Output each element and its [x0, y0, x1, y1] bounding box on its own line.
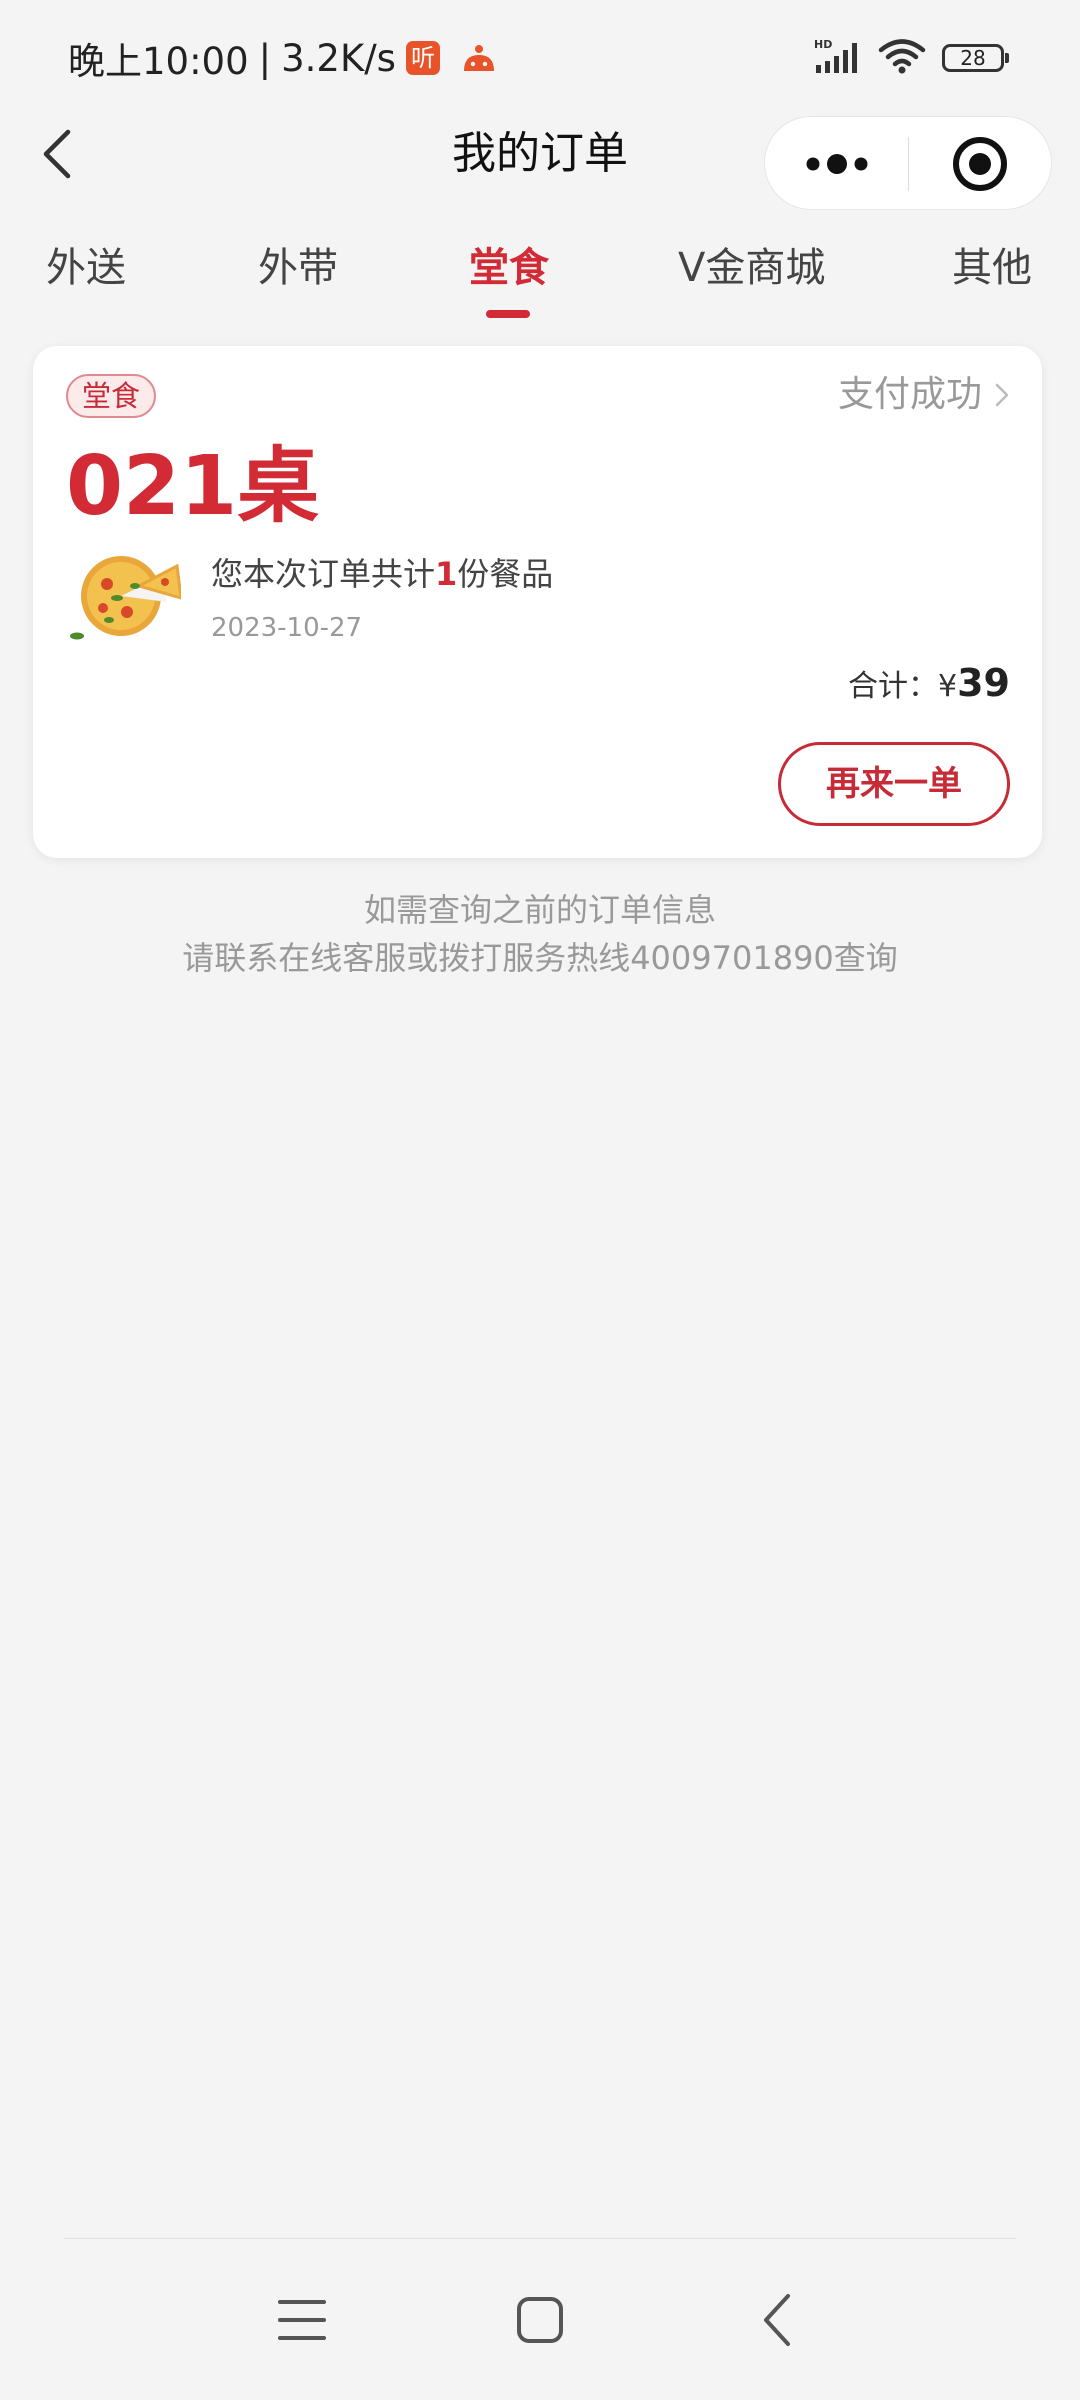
system-nav-divider	[64, 2238, 1016, 2239]
reorder-button[interactable]: 再来一单	[778, 742, 1010, 826]
network-speed: 3.2K/s	[281, 36, 396, 80]
summary-suffix: 份餐品	[457, 555, 554, 593]
status-separator: |	[258, 36, 272, 80]
back-triangle-icon	[764, 2294, 790, 2346]
target-close-icon	[953, 137, 1007, 191]
status-right: HD 28	[814, 37, 1009, 79]
home-square-icon	[517, 2297, 563, 2343]
table-number: 021桌	[66, 439, 320, 534]
status-left: 晚上10:00 | 3.2K/s 听	[68, 34, 498, 83]
menu-button[interactable]	[262, 2280, 342, 2360]
more-button[interactable]	[765, 117, 908, 211]
item-count: 1	[435, 555, 458, 593]
status-bar: 晚上10:00 | 3.2K/s 听 HD 28	[0, 0, 1080, 110]
order-date: 2023-10-27	[211, 613, 363, 643]
mini-program-capsule	[764, 116, 1052, 210]
active-tab-indicator	[486, 310, 530, 318]
battery-icon: 28	[942, 44, 1009, 72]
order-type-badge: 堂食	[66, 374, 157, 418]
tab-other[interactable]: 其他	[952, 238, 1032, 322]
currency-symbol: ¥	[938, 669, 958, 704]
home-button[interactable]	[500, 2280, 580, 2360]
signal-icon: HD	[814, 37, 862, 79]
menu-icon	[278, 2300, 326, 2340]
ting-app-icon: 听	[405, 41, 440, 75]
chevron-right-icon	[995, 383, 1009, 407]
history-inquiry-note: 如需查询之前的订单信息 请联系在线客服或拨打服务热线4009701890查询	[0, 886, 1080, 982]
order-status-text: 支付成功	[837, 374, 982, 415]
note-line-2: 请联系在线客服或拨打服务热线4009701890查询	[182, 939, 898, 977]
order-type-tabs: 外送 外带 堂食 V金商城 其他	[0, 238, 1080, 322]
tab-delivery[interactable]: 外送	[46, 238, 126, 322]
system-navigation-bar	[0, 2280, 1080, 2360]
total-label: 合计：	[848, 669, 939, 704]
order-total: 合计：¥39	[848, 658, 1010, 712]
pizza-image	[69, 546, 183, 646]
order-status-link[interactable]: 支付成功	[838, 370, 1010, 420]
tab-v-gold-mall[interactable]: V金商城	[678, 238, 825, 322]
summary-prefix: 您本次订单共计	[211, 555, 436, 593]
tab-takeaway[interactable]: 外带	[258, 238, 338, 322]
note-line-1: 如需查询之前的订单信息	[363, 891, 716, 929]
total-amount: 39	[957, 661, 1010, 705]
system-back-button[interactable]	[738, 2280, 818, 2360]
order-summary: 您本次订单共计1份餐品	[211, 552, 553, 596]
close-mini-program-button[interactable]	[909, 117, 1052, 211]
nav-bar: 我的订单	[0, 110, 1080, 210]
more-dots-icon	[806, 154, 868, 174]
app-notification-icon	[460, 41, 498, 75]
status-time: 晚上10:00	[68, 40, 249, 83]
wifi-icon	[878, 37, 926, 79]
order-card[interactable]: 堂食 支付成功 021桌 您本次订单共计1份餐品 2023-10-27 合计：¥…	[33, 346, 1042, 858]
hd-label: HD	[814, 38, 832, 51]
